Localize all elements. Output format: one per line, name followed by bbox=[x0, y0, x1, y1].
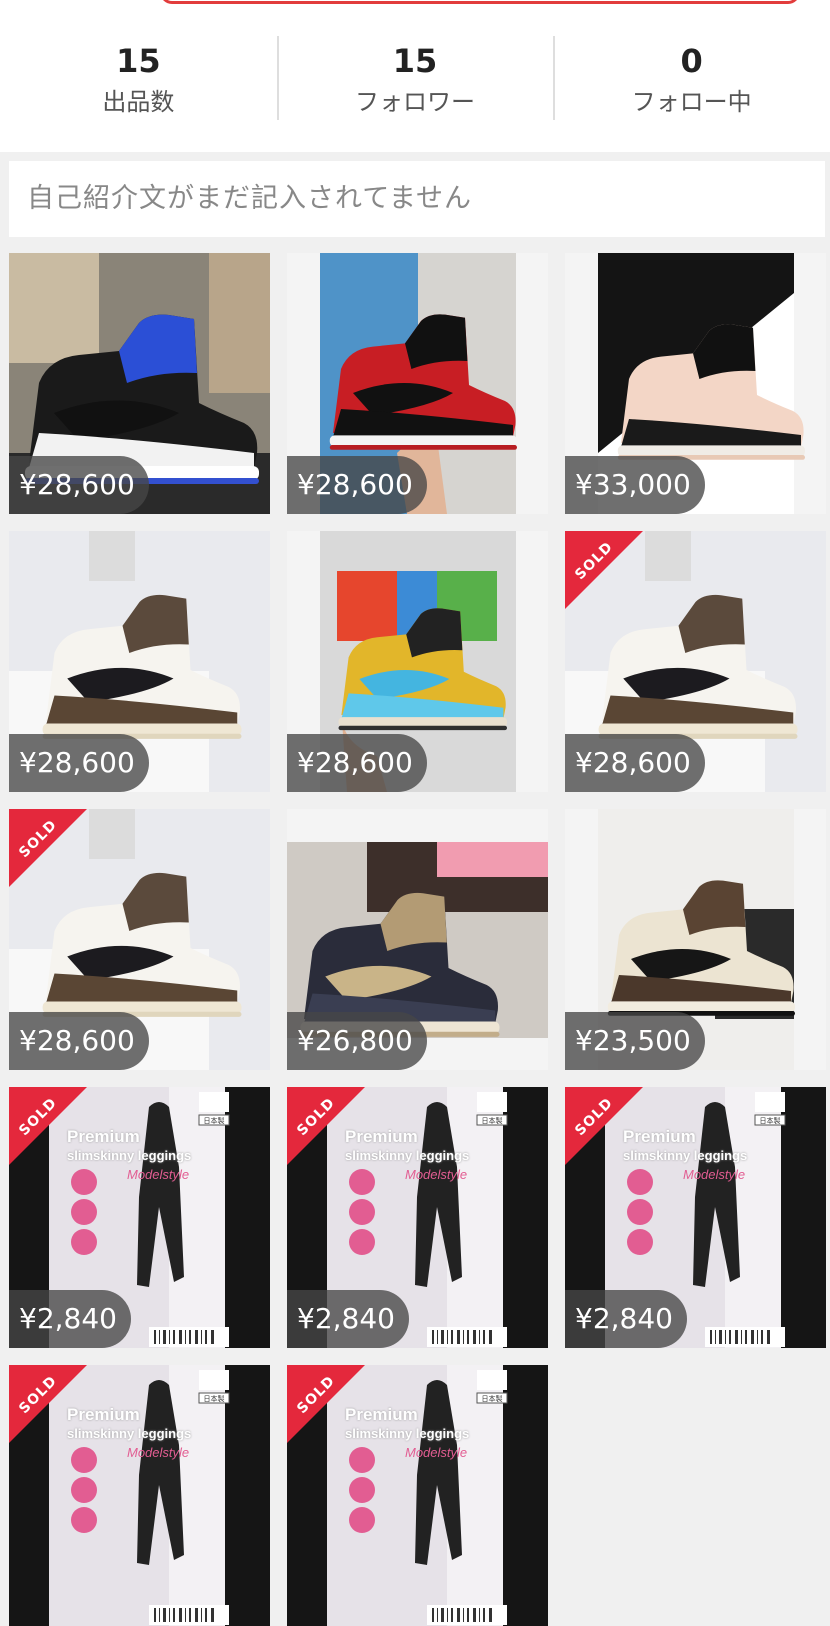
item-price: ¥28,600 bbox=[9, 456, 149, 514]
action-button-edge[interactable] bbox=[160, 0, 800, 4]
item-price: ¥28,600 bbox=[287, 734, 427, 792]
item-price: ¥2,840 bbox=[287, 1290, 409, 1348]
item-card[interactable]: ¥28,600 bbox=[287, 253, 548, 514]
item-card[interactable]: ¥23,500 bbox=[565, 809, 826, 1070]
stat-listings[interactable]: 15 出品数 bbox=[0, 36, 277, 120]
item-card[interactable]: Premium slimskinny leggings Modelstyle 日本製 S… bbox=[9, 1365, 270, 1626]
profile-stats: 15 出品数 15 フォロワー 0 フォロー中 bbox=[0, 36, 830, 120]
package-origin: 日本製 bbox=[203, 1117, 225, 1125]
package-origin: 日本製 bbox=[481, 1117, 503, 1125]
item-price: ¥33,000 bbox=[565, 456, 705, 514]
profile-bio: 自己紹介文がまだ記入されてません bbox=[9, 161, 825, 237]
item-card[interactable]: ¥33,000 bbox=[565, 253, 826, 514]
item-card[interactable]: ¥28,600 bbox=[9, 253, 270, 514]
profile-header: 15 出品数 15 フォロワー 0 フォロー中 bbox=[0, 0, 830, 152]
stat-followers[interactable]: 15 フォロワー bbox=[276, 36, 554, 120]
item-price: ¥28,600 bbox=[9, 1012, 149, 1070]
stat-listings-label: 出品数 bbox=[102, 88, 175, 116]
item-card[interactable]: ¥28,600 bbox=[9, 531, 270, 792]
item-price: ¥23,500 bbox=[565, 1012, 705, 1070]
stat-listings-count: 15 bbox=[116, 42, 161, 80]
package-script: Modelstyle bbox=[127, 1167, 190, 1182]
item-card[interactable]: ¥26,800 bbox=[287, 809, 548, 1070]
item-price: ¥2,840 bbox=[565, 1290, 687, 1348]
package-origin: 日本製 bbox=[481, 1395, 503, 1403]
item-price: ¥28,600 bbox=[565, 734, 705, 792]
item-card[interactable]: Premium slimskinny leggings Modelstyle 日本製 S… bbox=[565, 1087, 826, 1348]
item-card[interactable]: Premium slimskinny leggings Modelstyle 日本製 S… bbox=[287, 1087, 548, 1348]
item-card[interactable]: SOLD ¥28,600 bbox=[565, 531, 826, 792]
item-price: ¥28,600 bbox=[287, 456, 427, 514]
item-card[interactable]: Premium slimskinny leggings Modelstyle 日本製 S… bbox=[287, 1365, 548, 1626]
stat-following-count: 0 bbox=[680, 42, 703, 80]
stat-following[interactable]: 0 フォロー中 bbox=[553, 36, 830, 120]
package-script: Modelstyle bbox=[127, 1445, 190, 1460]
item-card[interactable]: ¥28,600 bbox=[287, 531, 548, 792]
stat-followers-label: フォロワー bbox=[355, 88, 475, 116]
item-price: ¥28,600 bbox=[9, 734, 149, 792]
item-price: ¥2,840 bbox=[9, 1290, 131, 1348]
package-script: Modelstyle bbox=[683, 1167, 746, 1182]
package-script: Modelstyle bbox=[405, 1167, 468, 1182]
item-price: ¥26,800 bbox=[287, 1012, 427, 1070]
package-origin: 日本製 bbox=[203, 1395, 225, 1403]
item-card[interactable]: SOLD ¥28,600 bbox=[9, 809, 270, 1070]
stat-followers-count: 15 bbox=[392, 42, 438, 80]
package-script: Modelstyle bbox=[405, 1445, 468, 1460]
package-origin: 日本製 bbox=[759, 1117, 781, 1125]
item-card[interactable]: Premium slimskinny leggings Modelstyle 日本製 S… bbox=[9, 1087, 270, 1348]
stat-following-label: フォロー中 bbox=[631, 88, 752, 116]
